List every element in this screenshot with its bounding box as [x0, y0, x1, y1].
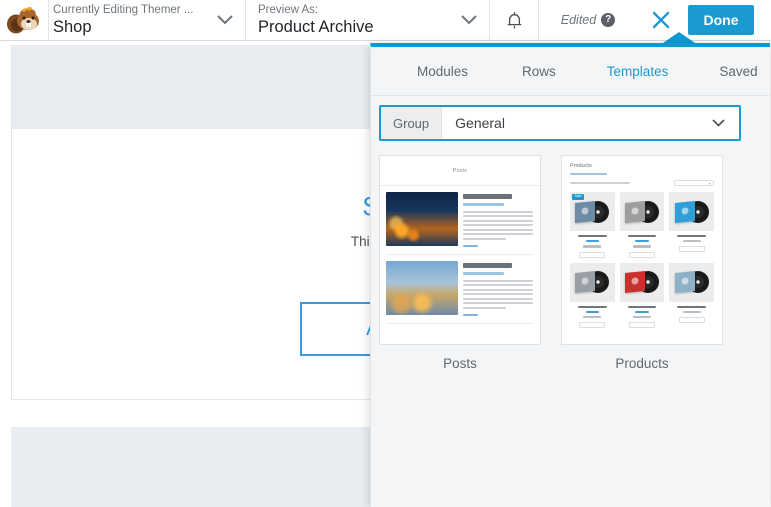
beaver-builder-logo[interactable] — [0, 0, 48, 40]
chevron-down-icon — [217, 12, 233, 30]
post-image-venice — [386, 192, 458, 246]
thumb-heading-text: Products — [570, 163, 592, 169]
template-label-posts: Posts — [443, 356, 477, 371]
template-grid: Posts Posts Products Sale! Products — [379, 155, 763, 371]
thumb-product-item — [570, 262, 615, 329]
template-card-products[interactable]: Products Sale! Products — [561, 155, 723, 371]
preview-as-selector[interactable]: Preview As: Product Archive — [246, 0, 489, 40]
thumb-product-item — [619, 262, 665, 329]
thumb-product-item — [669, 192, 714, 258]
notification-bell-icon — [507, 11, 521, 29]
panel-tabs: Modules Rows Templates Saved — [371, 47, 770, 96]
thumb-post-item — [380, 186, 540, 247]
thumb-product-item: Sale! — [570, 192, 615, 258]
thumb-sort-select — [674, 180, 714, 186]
thumb-post-item — [380, 255, 540, 316]
template-thumbnail-products: Products Sale! — [561, 155, 723, 345]
thumb-product-item — [669, 262, 714, 329]
content-panel: Modules Rows Templates Saved Group Gener… — [370, 43, 770, 507]
close-x-icon — [652, 11, 669, 29]
group-select-label: Group — [381, 107, 443, 139]
tab-templates[interactable]: Templates — [599, 64, 677, 79]
done-button-wrap: Done — [684, 0, 758, 40]
post-text-block — [463, 192, 533, 247]
tab-modules[interactable]: Modules — [409, 64, 476, 79]
template-thumbnail-posts: Posts — [379, 155, 541, 345]
thumb-products-grid: Sale! — [562, 186, 722, 329]
post-image-bridge — [386, 261, 458, 315]
post-text-block — [463, 261, 533, 316]
group-filter-row: Group General — [379, 105, 741, 141]
template-label-products: Products — [615, 356, 669, 371]
notifications-button[interactable] — [490, 0, 538, 40]
currently-editing-selector[interactable]: Currently Editing Themer ... Shop — [49, 0, 245, 40]
currently-editing-title: Shop — [53, 18, 92, 36]
template-card-posts[interactable]: Posts Posts — [379, 155, 541, 371]
chevron-down-icon — [712, 114, 739, 132]
currently-editing-eyebrow: Currently Editing Themer ... — [53, 4, 194, 16]
help-question-icon[interactable]: ? — [601, 13, 616, 27]
tab-saved[interactable]: Saved — [711, 64, 765, 79]
thumb-heading-text: Posts — [452, 167, 467, 174]
chevron-down-icon — [461, 12, 477, 30]
preview-as-title: Product Archive — [258, 18, 374, 36]
group-select[interactable]: Group General — [379, 105, 741, 141]
group-select-value: General — [455, 115, 505, 131]
editor-admin-bar: Currently Editing Themer ... Shop Previe… — [0, 0, 771, 41]
beaver-builder-logo-icon — [7, 7, 39, 34]
edited-label: Edited — [560, 13, 597, 27]
done-button[interactable]: Done — [688, 5, 754, 35]
preview-as-eyebrow: Preview As: — [258, 4, 319, 16]
panel-pointer-arrow — [663, 32, 695, 43]
thumb-heading: Posts — [380, 156, 540, 186]
editor-screen: P $20 This is a sin Read Add to — [0, 0, 771, 507]
edited-status[interactable]: Edited ? — [539, 0, 637, 40]
thumb-products-header: Products — [562, 156, 722, 186]
tab-rows[interactable]: Rows — [514, 64, 564, 79]
thumb-product-item — [619, 192, 665, 258]
